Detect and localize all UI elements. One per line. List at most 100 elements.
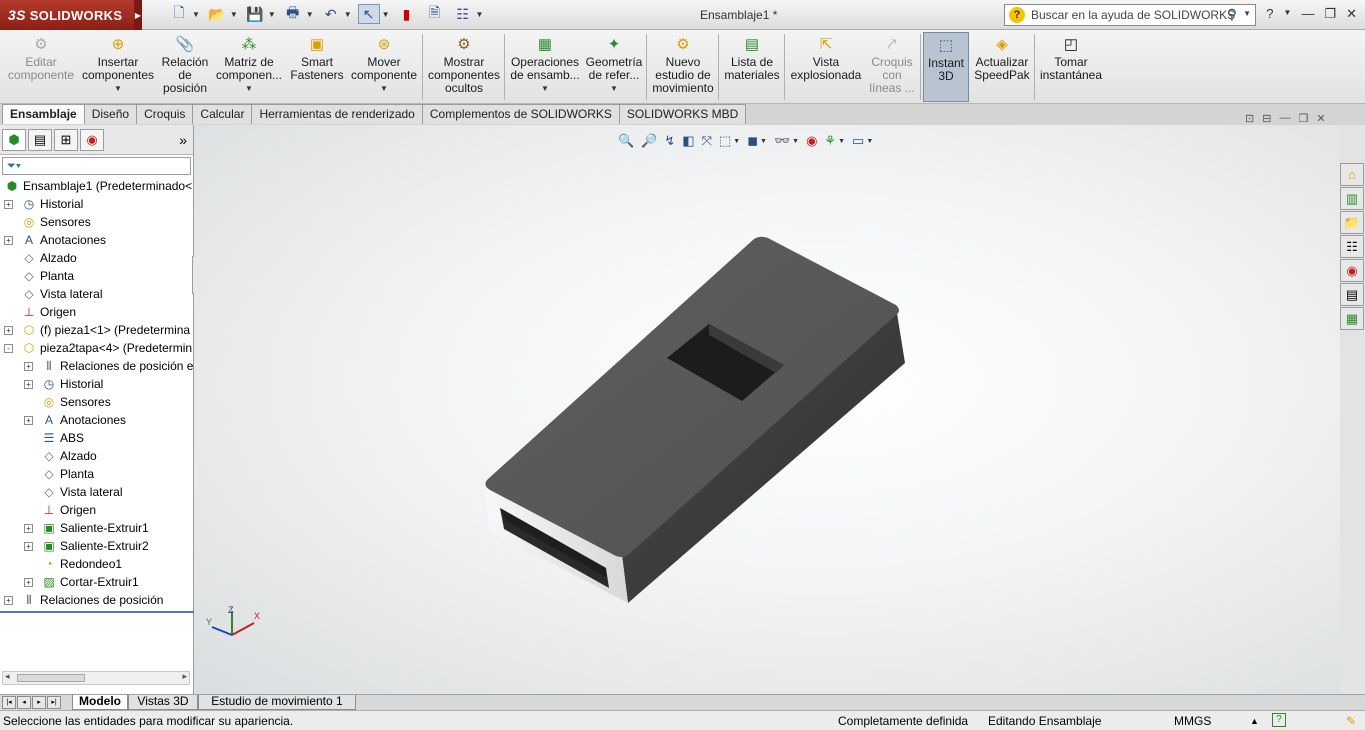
file-properties-icon[interactable]: 🗎 <box>424 4 446 24</box>
tree-item[interactable]: ◇ Alzado <box>0 447 193 465</box>
viewport-restore-icon[interactable]: ❐ <box>1298 112 1308 125</box>
tree-item[interactable]: ◔ Redondeo1 <box>0 555 193 573</box>
chevron-down-icon[interactable]: ▼ <box>1243 9 1251 18</box>
viewport-tile-icon[interactable]: ⊡ <box>1245 112 1254 125</box>
tree-item[interactable]: ◇ Planta <box>0 465 193 483</box>
expand-icon[interactable]: + <box>24 380 33 389</box>
tab-vistas-3d[interactable]: Vistas 3D <box>128 695 198 710</box>
search-icon[interactable]: ⚲ <box>1227 6 1237 23</box>
next-tab-icon[interactable]: ▸ <box>32 696 46 709</box>
tab-croquis[interactable]: Croquis <box>136 104 194 124</box>
tree-item[interactable]: ◇ Vista lateral <box>0 285 193 303</box>
chevron-down-icon[interactable]: ▼ <box>382 10 390 19</box>
feature-tree-tab-icon[interactable]: ⬢ <box>2 128 26 151</box>
minimize-icon[interactable]: — <box>1301 6 1314 22</box>
tree-item[interactable]: ◎ Sensores <box>0 213 193 231</box>
last-tab-icon[interactable]: ▸| <box>47 696 61 709</box>
chevron-right-icon[interactable]: » <box>179 132 187 148</box>
tree-item[interactable]: ◇ Vista lateral <box>0 483 193 501</box>
expand-icon[interactable]: + <box>4 326 13 335</box>
chevron-down-icon[interactable]: ▼ <box>230 10 238 19</box>
show-hidden-components-button[interactable]: ⚙ Mostrar componentes ocultos <box>426 32 502 102</box>
tree-item[interactable]: + A Anotaciones <box>0 231 193 249</box>
tree-item[interactable]: ⬢ Ensamblaje1 (Predeterminado< <box>0 177 193 195</box>
units-selector[interactable]: MMGS <box>1174 712 1211 730</box>
mate-button[interactable]: 📎 Relación de posición <box>158 32 212 102</box>
tab-mbd[interactable]: SOLIDWORKS MBD <box>618 104 747 124</box>
tree-item[interactable]: + ▣ Saliente-Extruir2 <box>0 537 193 555</box>
help-menu-icon[interactable]: ? <box>1266 6 1273 22</box>
options-icon[interactable]: ☷ <box>452 4 474 24</box>
tree-item[interactable]: + ⫴ Relaciones de posición e <box>0 357 193 375</box>
chevron-down-icon[interactable]: ▼ <box>192 10 200 19</box>
tab-diseno[interactable]: Diseño <box>83 104 138 124</box>
bill-of-materials-button[interactable]: ▤ Lista de materiales <box>722 32 782 102</box>
scrollbar-thumb[interactable] <box>17 674 85 682</box>
undo-icon[interactable]: ↶ <box>320 4 342 24</box>
chevron-down-icon[interactable]: ▼ <box>344 10 352 19</box>
tab-ensamblaje[interactable]: Ensamblaje <box>2 104 85 124</box>
update-speedpak-button[interactable]: ◈ Actualizar SpeedPak <box>972 32 1032 102</box>
forum-icon[interactable]: ▦ <box>1340 307 1364 330</box>
close-icon[interactable]: ✕ <box>1346 6 1357 22</box>
tree-item[interactable]: ◇ Planta <box>0 267 193 285</box>
tab-addins[interactable]: Complementos de SOLIDWORKS <box>421 104 620 124</box>
tree-item[interactable]: - ⬡ pieza2tapa<4> (Predetermin <box>0 339 193 357</box>
tab-calcular[interactable]: Calcular <box>192 104 253 124</box>
viewport-split-icon[interactable]: ⊟ <box>1262 112 1271 125</box>
expand-icon[interactable]: + <box>4 236 13 245</box>
tab-modelo[interactable]: Modelo <box>72 695 128 710</box>
view-palette-icon[interactable]: ☷ <box>1340 235 1364 258</box>
tree-item[interactable]: + A Anotaciones <box>0 411 193 429</box>
expand-icon[interactable]: + <box>24 524 33 533</box>
chevron-down-icon[interactable]: ▼ <box>476 10 484 19</box>
design-library-icon[interactable]: ▥ <box>1340 187 1364 210</box>
tree-item[interactable]: + ▨ Cortar-Extruir1 <box>0 573 193 591</box>
scroll-right-icon[interactable]: ▸ <box>182 671 187 682</box>
component-pattern-button[interactable]: ⁂ Matriz de componen... ▼ <box>214 32 284 102</box>
tree-item[interactable]: ◇ Alzado <box>0 249 193 267</box>
save-icon[interactable]: 💾 <box>244 4 266 24</box>
expand-icon[interactable]: + <box>24 542 33 551</box>
tree-item[interactable]: + ⫴ Relaciones de posición <box>0 591 193 609</box>
chevron-down-icon[interactable]: ▼ <box>214 82 284 95</box>
chevron-down-icon[interactable]: ▼ <box>80 82 156 95</box>
chevron-down-icon[interactable]: ▼ <box>1284 6 1292 22</box>
expand-icon[interactable]: + <box>24 362 33 371</box>
assembly-features-button[interactable]: ▦ Operaciones de ensamb... ▼ <box>508 32 582 102</box>
file-explorer-icon[interactable]: 📁 <box>1340 211 1364 234</box>
smart-fasteners-button[interactable]: ▣ Smart Fasteners <box>288 32 346 102</box>
insert-components-button[interactable]: ⊕ Insertar componentes ▼ <box>80 32 156 102</box>
model-3d[interactable] <box>194 125 1340 694</box>
chevron-down-icon[interactable]: ▼ <box>348 82 420 95</box>
instant-3d-button[interactable]: ⬚ Instant 3D <box>923 32 969 102</box>
tree-item[interactable]: ⊥ Origen <box>0 501 193 519</box>
home-icon[interactable]: ⌂ <box>1340 163 1364 186</box>
tab-motion-study[interactable]: Estudio de movimiento 1 <box>198 695 356 710</box>
chevron-down-icon[interactable]: ▼ <box>268 10 276 19</box>
expand-icon[interactable]: + <box>4 596 13 605</box>
first-tab-icon[interactable]: |◂ <box>2 696 16 709</box>
custom-properties-icon[interactable]: ▤ <box>1340 283 1364 306</box>
exploded-view-button[interactable]: ⇱ Vista explosionada <box>788 32 864 102</box>
take-snapshot-button[interactable]: ◰ Tomar instantánea <box>1036 32 1106 102</box>
tree-item[interactable]: + ◷ Historial <box>0 195 193 213</box>
help-search-input[interactable]: ? Buscar en la ayuda de SOLIDWORKS ⚲ ▼ <box>1004 4 1256 26</box>
explode-line-sketch-button[interactable]: ⤤ Croquis con líneas ... <box>866 32 918 102</box>
scroll-left-icon[interactable]: ◂ <box>5 671 10 682</box>
tree-item[interactable]: + ▣ Saliente-Extruir1 <box>0 519 193 537</box>
expand-icon[interactable]: + <box>4 200 13 209</box>
viewport-minimize-icon[interactable]: — <box>1279 112 1290 125</box>
menu-expand-arrow[interactable]: ▶ <box>134 0 142 30</box>
open-icon[interactable]: 📂 <box>206 4 228 24</box>
expand-icon[interactable]: + <box>24 578 33 587</box>
tree-item[interactable]: + ⬡ (f) pieza1<1> (Predetermina <box>0 321 193 339</box>
solidworks-logo[interactable]: 3S SOLIDWORKS <box>0 0 134 30</box>
chevron-up-icon[interactable]: ▲ <box>1250 712 1259 730</box>
new-icon[interactable]: 🗋 <box>168 4 190 24</box>
tree-item[interactable]: ☰ ABS <box>0 429 193 447</box>
move-component-button[interactable]: ⊛ Mover componente ▼ <box>348 32 420 102</box>
tree-item[interactable]: + ◷ Historial <box>0 375 193 393</box>
tree-filter-input[interactable]: ⏷▾ <box>2 157 191 175</box>
display-manager-tab-icon[interactable]: ◉ <box>80 128 104 151</box>
